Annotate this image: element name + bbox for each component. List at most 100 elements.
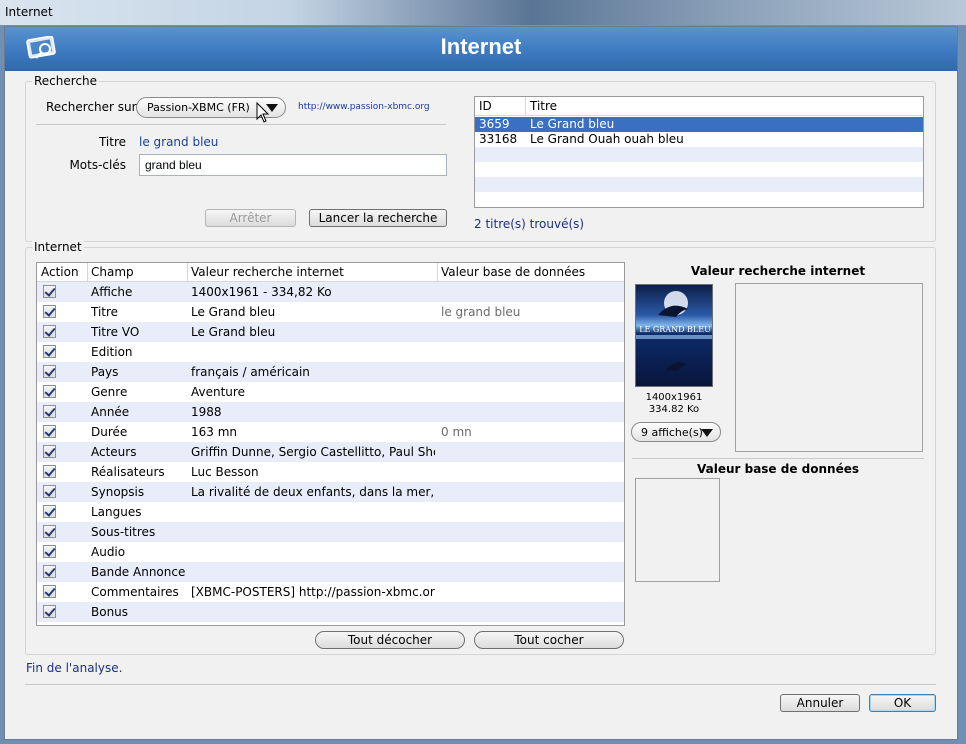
dialog-header: Internet: [5, 27, 957, 71]
row-field-name: Commentaires: [91, 585, 179, 599]
fields-grid-row[interactable]: Titre Le Grand bleu le grand bleu: [37, 302, 624, 322]
row-checkbox[interactable]: [43, 505, 56, 518]
row-field-name: Synopsis: [91, 485, 145, 499]
check-all-button[interactable]: Tout cocher: [474, 631, 624, 649]
source-url-link[interactable]: http://www.passion-xbmc.org: [298, 102, 430, 112]
col-db-value[interactable]: Valeur base de données: [441, 265, 585, 279]
fields-grid-row[interactable]: Edition: [37, 342, 624, 362]
db-value-preview: [635, 478, 720, 582]
row-field-name: Titre: [91, 305, 119, 319]
poster-thumbnail[interactable]: LE GRAND BLEU: [635, 284, 713, 387]
results-row-title: Le Grand Ouah ouah bleu: [530, 132, 684, 146]
web-value-preview: [735, 283, 923, 452]
row-field-name: Titre VO: [91, 325, 140, 339]
column-separator: [87, 263, 88, 281]
row-checkbox[interactable]: [43, 425, 56, 438]
results-col-title[interactable]: Titre: [530, 99, 557, 113]
fields-grid-row[interactable]: Commentaires [XBMC-POSTERS] http://passi…: [37, 582, 624, 602]
fields-grid-row[interactable]: Durée 163 mn 0 mn: [37, 422, 624, 442]
fields-grid-row[interactable]: Année 1988: [37, 402, 624, 422]
row-web-value: La rivalité de deux enfants, dans la mer…: [191, 485, 435, 499]
stop-button[interactable]: Arrêter: [205, 209, 296, 227]
results-col-id[interactable]: ID: [479, 99, 492, 113]
row-field-name: Année: [91, 405, 130, 419]
row-field-name: Durée: [91, 425, 128, 439]
fields-grid-row[interactable]: Affiche 1400x1961 - 334,82 Ko: [37, 282, 624, 302]
row-checkbox[interactable]: [43, 465, 56, 478]
fields-grid-row[interactable]: Pays français / américain: [37, 362, 624, 382]
row-checkbox[interactable]: [43, 365, 56, 378]
source-select-value: Passion-XBMC (FR): [147, 101, 250, 114]
col-web-value[interactable]: Valeur recherche internet: [191, 265, 344, 279]
row-checkbox[interactable]: [43, 605, 56, 618]
cancel-button[interactable]: Annuler: [780, 694, 860, 712]
col-champ[interactable]: Champ: [91, 265, 134, 279]
fields-grid-row[interactable]: Sous-titres: [37, 522, 624, 542]
row-checkbox[interactable]: [43, 565, 56, 578]
poster-title-text: LE GRAND BLEU: [639, 325, 711, 334]
fields-grid-row[interactable]: Titre VO Le Grand bleu: [37, 322, 624, 342]
status-text: Fin de l'analyse.: [26, 661, 123, 675]
row-checkbox[interactable]: [43, 445, 56, 458]
row-field-name: Sous-titres: [91, 525, 156, 539]
col-action[interactable]: Action: [41, 265, 79, 279]
column-separator: [437, 263, 438, 281]
row-web-value: Aventure: [191, 385, 245, 399]
fields-grid-row[interactable]: Synopsis La rivalité de deux enfants, dan…: [37, 482, 624, 502]
fields-grid-row[interactable]: Audio: [37, 542, 624, 562]
os-window-title: Internet: [5, 5, 53, 19]
recherche-group-label: Recherche: [32, 74, 100, 88]
row-field-name: Bonus: [91, 605, 129, 619]
ok-button[interactable]: OK: [869, 694, 936, 712]
column-separator: [187, 263, 188, 281]
results-row-id: 33168: [479, 132, 518, 146]
fields-grid-row[interactable]: Bonus: [37, 602, 624, 622]
row-checkbox[interactable]: [43, 385, 56, 398]
results-row[interactable]: 33168 Le Grand Ouah ouah bleu: [475, 132, 923, 147]
row-checkbox[interactable]: [43, 525, 56, 538]
results-list[interactable]: ID Titre 3659 Le Grand bleu 33168 Le Gra…: [474, 96, 924, 208]
row-web-value: Luc Besson: [191, 465, 259, 479]
row-web-value: 1400x1961 - 334,82 Ko: [191, 285, 332, 299]
mouse-cursor-icon: [256, 102, 270, 123]
start-search-button[interactable]: Lancer la recherche: [309, 209, 447, 227]
chevron-down-icon: [701, 429, 713, 437]
row-web-value: Le Grand bleu: [191, 325, 276, 339]
row-checkbox[interactable]: [43, 285, 56, 298]
fields-grid-row[interactable]: Bande Annonce: [37, 562, 624, 582]
posters-select-value: 9 affiche(s): [641, 426, 703, 439]
row-field-name: Audio: [91, 545, 126, 559]
posters-select[interactable]: 9 affiche(s): [631, 422, 721, 442]
internet-group: Internet Action Champ Valeur recherche i…: [25, 240, 936, 655]
row-field-name: Edition: [91, 345, 133, 359]
row-checkbox[interactable]: [43, 585, 56, 598]
row-field-name: Pays: [91, 365, 119, 379]
right-panel-divider: [632, 458, 924, 459]
recherche-divider: [36, 124, 446, 125]
fields-grid-row[interactable]: Réalisateurs Luc Besson: [37, 462, 624, 482]
row-checkbox[interactable]: [43, 405, 56, 418]
row-field-name: Acteurs: [91, 445, 137, 459]
titre-label: Titre: [98, 135, 126, 149]
results-empty-row: [475, 162, 923, 177]
fields-grid-row[interactable]: Acteurs Griffin Dunne, Sergio Castellitto…: [37, 442, 624, 462]
row-checkbox[interactable]: [43, 545, 56, 558]
dialog-window: Internet Recherche Rechercher sur Passio…: [4, 26, 958, 740]
web-value-title: Valeur recherche internet: [690, 264, 866, 278]
uncheck-all-button[interactable]: Tout décocher: [315, 631, 465, 649]
row-checkbox[interactable]: [43, 305, 56, 318]
results-row-id: 3659: [479, 117, 510, 131]
poster-file-size: 334.82 Ko: [648, 404, 700, 415]
row-checkbox[interactable]: [43, 485, 56, 498]
row-checkbox[interactable]: [43, 325, 56, 338]
row-checkbox[interactable]: [43, 345, 56, 358]
fields-grid[interactable]: Action Champ Valeur recherche internet V…: [36, 262, 625, 626]
fields-grid-row[interactable]: Genre Aventure: [37, 382, 624, 402]
results-count: 2 titre(s) trouvé(s): [474, 217, 585, 231]
keywords-input[interactable]: [139, 154, 447, 176]
fields-grid-row[interactable]: Langues: [37, 502, 624, 522]
results-list-header: ID Titre: [475, 97, 923, 116]
footer-divider: [25, 684, 936, 685]
search-on-label: Rechercher sur: [46, 100, 137, 114]
results-row[interactable]: 3659 Le Grand bleu: [475, 117, 923, 132]
